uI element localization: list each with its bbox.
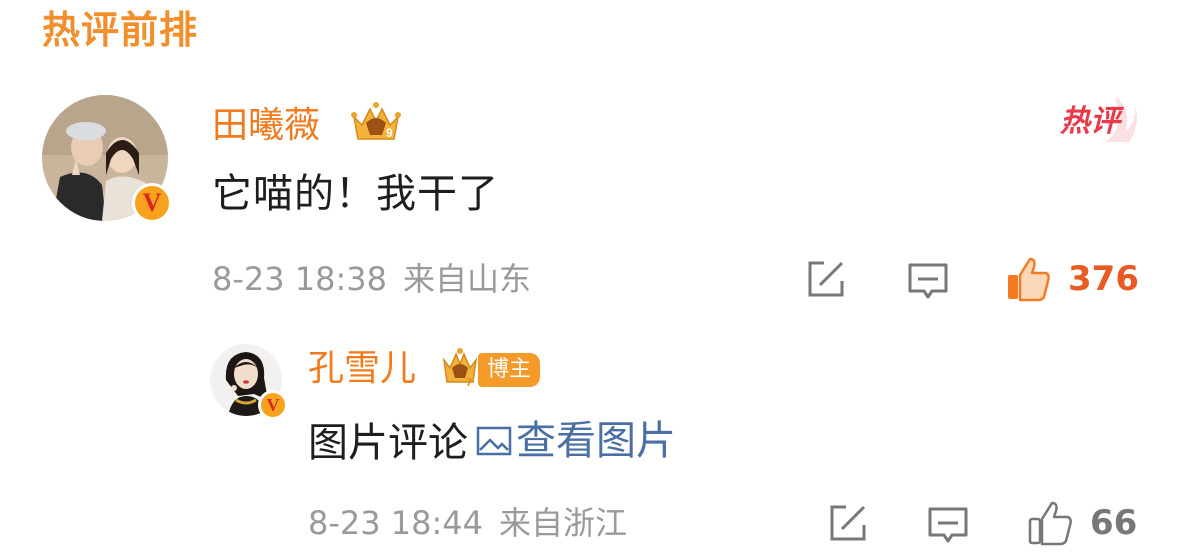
- comment-meta: 8-23 18:38 来自山东: [212, 259, 531, 299]
- crown-badge-icon[interactable]: 7: [440, 346, 480, 390]
- svg-text:7: 7: [466, 377, 472, 389]
- comment-icon[interactable]: [926, 503, 970, 547]
- comment-icon[interactable]: [906, 259, 950, 303]
- crown-badge-icon[interactable]: 9: [348, 101, 404, 145]
- avatar[interactable]: V: [42, 95, 172, 223]
- reply-meta: 8-23 18:44 来自浙江: [308, 503, 627, 543]
- comment-text: 它喵的！我干了: [212, 171, 499, 217]
- section-title: 热评前排: [42, 8, 199, 52]
- share-icon[interactable]: [804, 257, 848, 301]
- svg-text:9: 9: [386, 126, 393, 140]
- view-image-link[interactable]: 查看图片: [468, 416, 676, 466]
- thumbs-up-icon[interactable]: [1026, 499, 1074, 547]
- comment-date: 8-23 18:38: [212, 260, 388, 298]
- reply-date: 8-23 18:44: [308, 504, 484, 542]
- view-image-link-label: 查看图片: [516, 418, 676, 464]
- verified-badge-icon: V: [132, 183, 172, 223]
- hot-comment-tag: 热评: [1060, 104, 1120, 139]
- thumbs-up-icon[interactable]: [1004, 255, 1052, 303]
- comment-location: 来自山东: [403, 260, 532, 298]
- reply-text-prefix: 图片评论: [308, 420, 468, 466]
- avatar[interactable]: V: [210, 344, 288, 420]
- picture-icon: [476, 426, 512, 456]
- verified-badge-icon: V: [258, 390, 288, 420]
- reply-text: 图片评论 查看图片: [308, 416, 676, 468]
- username[interactable]: 孔雪儿: [308, 347, 416, 391]
- like-count: 376: [1068, 259, 1139, 299]
- share-icon[interactable]: [826, 501, 870, 545]
- like-count: 66: [1090, 503, 1138, 543]
- username[interactable]: 田曦薇: [212, 104, 320, 148]
- reply-location: 来自浙江: [499, 504, 628, 542]
- blogger-badge: 博主: [478, 353, 540, 387]
